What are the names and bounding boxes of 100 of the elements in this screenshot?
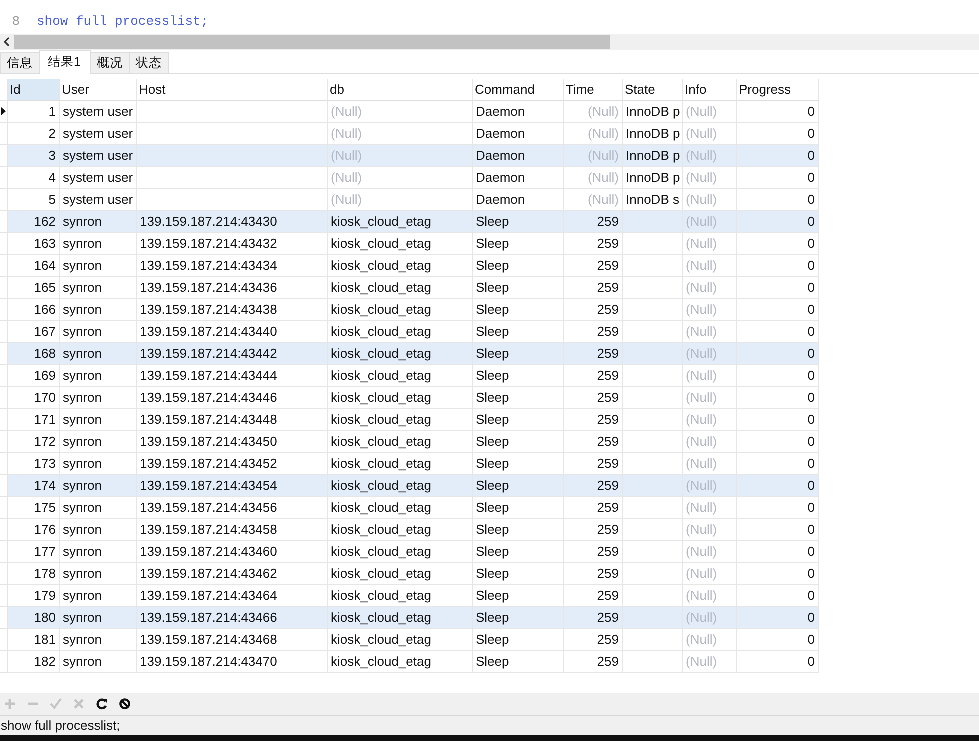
table-row[interactable]: 165 synron 139.159.187.214:43436 kiosk_cloud_etag Sleep 259 (Null) 0 (0, 277, 979, 299)
table-cell: InnoDB p (623, 145, 683, 167)
table-cell: 0 (737, 167, 819, 189)
table-cell: 139.159.187.214:43430 (137, 211, 328, 233)
table-cell: (Null) (683, 233, 737, 255)
table-cell: (Null) (683, 255, 737, 277)
table-row[interactable]: 169 synron 139.159.187.214:43444 kiosk_cloud_etag Sleep 259 (Null) 0 (0, 365, 979, 387)
table-row[interactable]: 172 synron 139.159.187.214:43450 kiosk_cloud_etag Sleep 259 (Null) 0 (0, 431, 979, 453)
table-cell: Sleep (473, 541, 564, 563)
table-cell: 170 (8, 387, 60, 409)
table-cell (623, 211, 683, 233)
table-cell: synron (60, 651, 137, 673)
status-text: show full processlist; (1, 718, 120, 733)
table-row[interactable]: 175 synron 139.159.187.214:43456 kiosk_cloud_etag Sleep 259 (Null) 0 (0, 497, 979, 519)
line-number: 8 (11, 14, 21, 29)
table-cell: synron (60, 233, 137, 255)
table-cell: kiosk_cloud_etag (328, 497, 473, 519)
table-cell: synron (60, 409, 137, 431)
table-cell: 0 (737, 519, 819, 541)
column-header[interactable]: Info (683, 79, 737, 101)
table-cell: (Null) (564, 167, 623, 189)
result-tab[interactable]: 信息 (0, 52, 40, 73)
table-row[interactable]: 171 synron 139.159.187.214:43448 kiosk_cloud_etag Sleep 259 (Null) 0 (0, 409, 979, 431)
table-cell: 259 (564, 255, 623, 277)
table-row[interactable]: 176 synron 139.159.187.214:43458 kiosk_cloud_etag Sleep 259 (Null) 0 (0, 519, 979, 541)
table-cell (623, 629, 683, 651)
table-cell (623, 541, 683, 563)
table-cell: kiosk_cloud_etag (328, 431, 473, 453)
table-cell: Sleep (473, 277, 564, 299)
table-cell: 164 (8, 255, 60, 277)
table-cell: 0 (737, 299, 819, 321)
column-header[interactable]: Host (137, 79, 328, 101)
table-cell: kiosk_cloud_etag (328, 409, 473, 431)
table-row[interactable]: 178 synron 139.159.187.214:43462 kiosk_cloud_etag Sleep 259 (Null) 0 (0, 563, 979, 585)
table-cell: synron (60, 277, 137, 299)
table-cell: 139.159.187.214:43434 (137, 255, 328, 277)
table-cell: synron (60, 365, 137, 387)
result-tab[interactable]: 结果1 (39, 50, 91, 74)
table-cell: 0 (737, 607, 819, 629)
column-header[interactable]: Time (564, 79, 623, 101)
table-cell: synron (60, 255, 137, 277)
table-cell: 182 (8, 651, 60, 673)
column-header[interactable]: Id (8, 79, 60, 101)
table-row[interactable]: 4 system user (Null) Daemon (Null) InnoDB p (Null) 0 (0, 167, 979, 189)
table-row[interactable]: 164 synron 139.159.187.214:43434 kiosk_cloud_etag Sleep 259 (Null) 0 (0, 255, 979, 277)
table-row[interactable]: 182 synron 139.159.187.214:43470 kiosk_cloud_etag Sleep 259 (Null) 0 (0, 651, 979, 673)
table-cell: 259 (564, 277, 623, 299)
table-row[interactable]: 166 synron 139.159.187.214:43438 kiosk_cloud_etag Sleep 259 (Null) 0 (0, 299, 979, 321)
refresh-icon[interactable] (96, 698, 108, 710)
table-cell: (Null) (683, 299, 737, 321)
table-cell: (Null) (683, 431, 737, 453)
table-cell: 259 (564, 365, 623, 387)
row-selector[interactable] (0, 101, 8, 123)
table-cell: 139.159.187.214:43462 (137, 563, 328, 585)
table-cell: kiosk_cloud_etag (328, 277, 473, 299)
result-tab[interactable]: 状态 (129, 52, 169, 73)
column-header[interactable]: User (60, 79, 137, 101)
table-cell: 259 (564, 541, 623, 563)
table-cell: Daemon (473, 167, 564, 189)
stop-icon[interactable] (119, 698, 131, 710)
table-row[interactable]: 163 synron 139.159.187.214:43432 kiosk_cloud_etag Sleep 259 (Null) 0 (0, 233, 979, 255)
table-cell: 177 (8, 541, 60, 563)
table-cell: 259 (564, 629, 623, 651)
table-cell (623, 387, 683, 409)
table-cell: Sleep (473, 497, 564, 519)
table-cell: 259 (564, 211, 623, 233)
table-cell: (Null) (328, 167, 473, 189)
column-header[interactable]: Command (473, 79, 564, 101)
table-cell: 259 (564, 651, 623, 673)
table-cell: 139.159.187.214:43458 (137, 519, 328, 541)
table-cell: 139.159.187.214:43446 (137, 387, 328, 409)
table-cell: kiosk_cloud_etag (328, 255, 473, 277)
table-cell: (Null) (683, 365, 737, 387)
table-cell: 139.159.187.214:43450 (137, 431, 328, 453)
table-cell: synron (60, 299, 137, 321)
table-cell: synron (60, 431, 137, 453)
scrollbar-thumb[interactable] (14, 35, 610, 49)
column-header[interactable]: State (623, 79, 683, 101)
table-cell: 0 (737, 233, 819, 255)
table-cell: Sleep (473, 299, 564, 321)
table-cell: 174 (8, 475, 60, 497)
table-row[interactable]: 177 synron 139.159.187.214:43460 kiosk_cloud_etag Sleep 259 (Null) 0 (0, 541, 979, 563)
table-cell: 0 (737, 365, 819, 387)
table-cell: (Null) (683, 277, 737, 299)
table-cell: 176 (8, 519, 60, 541)
table-cell: kiosk_cloud_etag (328, 651, 473, 673)
table-cell: 139.159.187.214:43442 (137, 343, 328, 365)
table-row[interactable]: 1 system user (Null) Daemon (Null) InnoDB p (Null) 0 (0, 101, 979, 123)
table-cell: synron (60, 497, 137, 519)
table-row[interactable]: 170 synron 139.159.187.214:43446 kiosk_cloud_etag Sleep 259 (Null) 0 (0, 387, 979, 409)
table-cell: 259 (564, 387, 623, 409)
column-header[interactable]: Progress (737, 79, 819, 101)
table-cell: kiosk_cloud_etag (328, 233, 473, 255)
result-tab[interactable]: 概况 (90, 52, 130, 73)
table-cell: 0 (737, 409, 819, 431)
column-header[interactable]: db (328, 79, 473, 101)
table-cell: 181 (8, 629, 60, 651)
table-cell: system user (60, 167, 137, 189)
table-cell: 259 (564, 343, 623, 365)
table-row[interactable]: 181 synron 139.159.187.214:43468 kiosk_cloud_etag Sleep 259 (Null) 0 (0, 629, 979, 651)
